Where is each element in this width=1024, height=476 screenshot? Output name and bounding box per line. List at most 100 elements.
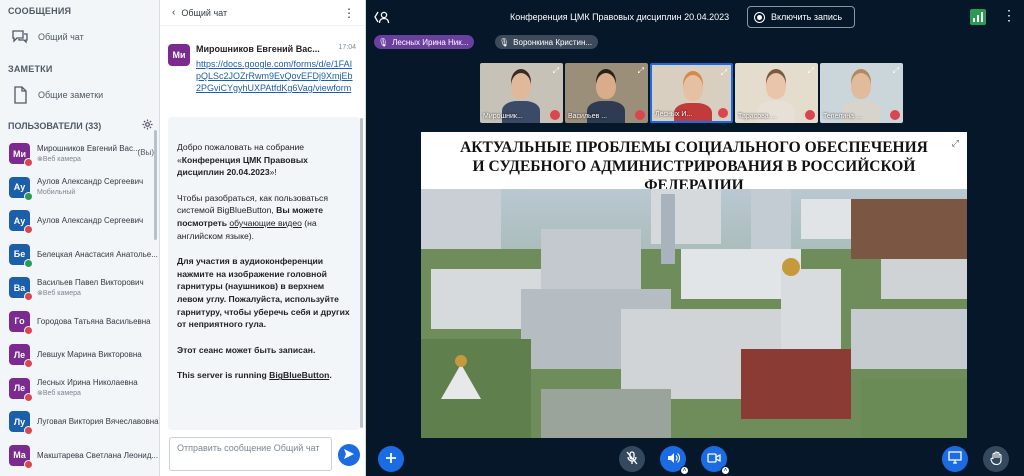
expand-icon[interactable]: ⤢ — [721, 68, 727, 78]
raise-hand-button[interactable] — [983, 446, 1009, 472]
avatar-initials: Ле — [13, 383, 26, 394]
user-list-item[interactable]: Го Городова Татьяна Васильевна — [0, 305, 159, 339]
options-menu-icon[interactable]: ⋮ — [1002, 8, 1016, 22]
user-name: Луговая Виктория Вячеславовна — [37, 417, 159, 427]
welcome-text: . — [329, 370, 332, 381]
audio-status-icon — [24, 359, 33, 369]
record-button[interactable]: Включить запись — [747, 6, 855, 28]
webcam-name: Васильев ... — [568, 113, 608, 120]
actions-button[interactable] — [378, 446, 404, 472]
chat-message-input[interactable]: Отправить сообщение Общий чат — [169, 437, 332, 471]
mic-icon: 🎙 — [378, 37, 389, 47]
user-list: Ми Мирошников Евгений Вас... ⊗Веб камера (В… — [0, 137, 159, 472]
chat-scrollbar[interactable] — [360, 118, 363, 428]
signal-icon[interactable] — [970, 9, 986, 25]
user-status: Мобильный — [37, 189, 76, 197]
share-screen-button[interactable] — [942, 446, 968, 472]
webcam-tile[interactable]: ⤢ Васильев ... — [565, 63, 648, 123]
talker-name: Лесных Ирина Ник... — [392, 37, 469, 47]
avatar: Ми — [9, 143, 33, 168]
avatar-initials: Ау — [13, 215, 26, 226]
shared-notes-label: Общие заметки — [38, 90, 104, 100]
user-list-item[interactable]: Ау Аулов Александр Сергеевич — [0, 204, 159, 238]
mic-off-icon — [626, 450, 638, 468]
webcam-name: Мирошник... — [483, 113, 523, 120]
avatar-initials: Ми — [12, 148, 27, 159]
mic-off-icon — [718, 108, 728, 118]
plus-icon — [385, 452, 397, 467]
campus-aerial-photo — [421, 189, 967, 438]
public-chat-item[interactable]: Общий чат — [0, 20, 159, 54]
meeting-title: Конференция ЦМК Правовых дисциплин 20.04… — [510, 12, 730, 22]
message-time: 17:04 — [338, 44, 356, 51]
more-options-icon[interactable]: ⋮ — [343, 6, 355, 20]
expand-icon[interactable]: ⤢ — [893, 66, 899, 76]
avatar: Ва — [9, 277, 33, 302]
chevron-up-icon[interactable]: ˄ — [721, 466, 730, 475]
audio-button[interactable]: ˄ — [660, 446, 689, 475]
top-bar: Конференция ЦМК Правовых дисциплин 20.04… — [366, 0, 1024, 34]
camera-button[interactable]: ˄ — [701, 446, 730, 475]
user-list-item[interactable]: Лу Луговая Виктория Вячеславовна — [0, 405, 159, 439]
public-chat-label: Общий чат — [38, 32, 84, 42]
avatar-initials: Лу — [13, 416, 26, 427]
shared-notes-item[interactable]: Общие заметки — [0, 78, 159, 112]
screen-share-icon — [948, 451, 962, 467]
notes-section-title: ЗАМЕТКИ — [8, 64, 53, 74]
user-list-toggle-icon[interactable] — [374, 9, 390, 28]
webcam-tile[interactable]: ⤢ Тарасова ... — [735, 63, 818, 123]
participant-head — [683, 75, 703, 101]
tutorial-videos-link[interactable]: обучающие видео — [229, 218, 302, 228]
webcam-tile[interactable]: ⤢ Тепелина ... — [820, 63, 903, 123]
mute-button[interactable] — [619, 446, 645, 472]
slide-title-line1: АКТУАЛЬНЫЕ ПРОБЛЕМЫ СОЦИАЛЬНОГО ОБЕСПЕЧЕ… — [460, 139, 928, 156]
expand-icon[interactable]: ⤢ — [553, 66, 559, 76]
recording-notice: Этот сеанс может быть записан. — [177, 344, 316, 355]
chevron-left-icon[interactable]: ‹ — [172, 7, 175, 18]
mic-off-icon — [890, 110, 900, 120]
send-button[interactable] — [338, 444, 360, 466]
user-list-scrollbar[interactable] — [154, 130, 157, 240]
mic-off-icon — [635, 110, 645, 120]
user-list-item[interactable]: Ма Макштарева Светлана Леонид... — [0, 439, 159, 473]
users-title: ПОЛЬЗОВАТЕЛИ (33) — [8, 121, 102, 131]
chevron-up-icon[interactable]: ˄ — [680, 466, 689, 475]
avatar-initials: Ау — [13, 182, 26, 193]
user-list-item[interactable]: Ле Лесных Ирина Николаевна ⊗Веб камера — [0, 372, 159, 406]
audio-status-icon — [24, 158, 33, 168]
talker-name: Воронкина Кристин... — [513, 37, 593, 47]
mic-off-icon — [550, 110, 560, 120]
user-list-item[interactable]: Ле Левшук Марина Викторовна — [0, 338, 159, 372]
avatar-initials: Ма — [13, 450, 26, 461]
webcam-tile[interactable]: ⤢ Мирошник... — [480, 63, 563, 123]
user-name: Лесных Ирина Николаевна — [37, 378, 138, 388]
camera-icon — [707, 452, 721, 466]
avatar: Ле — [9, 377, 33, 402]
talker-indicator[interactable]: 🎙 Лесных Ирина Ник... — [374, 35, 475, 49]
avatar: Ма — [9, 444, 33, 469]
user-list-item[interactable]: Бе Белецкая Анастасия Анатолье... — [0, 238, 159, 272]
message-link[interactable]: https://docs.google.com/forms/d/e/1FAIpQ… — [196, 58, 356, 94]
expand-icon[interactable]: ⤢ — [952, 138, 959, 149]
avatar-initials: Бе — [13, 249, 26, 260]
avatar: Ау — [9, 210, 33, 235]
welcome-text: »! — [269, 167, 277, 178]
user-list-item[interactable]: Ми Мирошников Евгений Вас... ⊗Веб камера (В… — [0, 137, 159, 171]
bigbluebutton-link[interactable]: BigBlueButton — [269, 370, 329, 380]
avatar: Го — [9, 310, 33, 335]
user-list-item[interactable]: Ау Аулов Александр Сергеевич Мобильный — [0, 171, 159, 205]
webcam-name: Тепелина ... — [823, 113, 862, 120]
audio-status-icon — [24, 258, 33, 268]
webcam-tile[interactable]: ⤢ Лесных И... — [650, 63, 733, 123]
user-list-item[interactable]: Ва Васильев Павел Викторович ⊗Веб камера — [0, 271, 159, 305]
participant-head — [766, 73, 786, 99]
audio-status-icon — [24, 225, 33, 235]
gear-icon[interactable] — [142, 119, 153, 133]
user-status: ⊗Веб камера — [37, 155, 81, 163]
chat-header[interactable]: ‹ Общий чат ⋮ — [160, 0, 365, 26]
talker-indicator[interactable]: 🎙 Воронкина Кристин... — [495, 35, 599, 49]
webcam-name: Лесных И... — [655, 111, 693, 118]
expand-icon[interactable]: ⤢ — [808, 66, 814, 76]
user-status: ⊗Веб камера — [37, 289, 81, 297]
expand-icon[interactable]: ⤢ — [638, 66, 644, 76]
